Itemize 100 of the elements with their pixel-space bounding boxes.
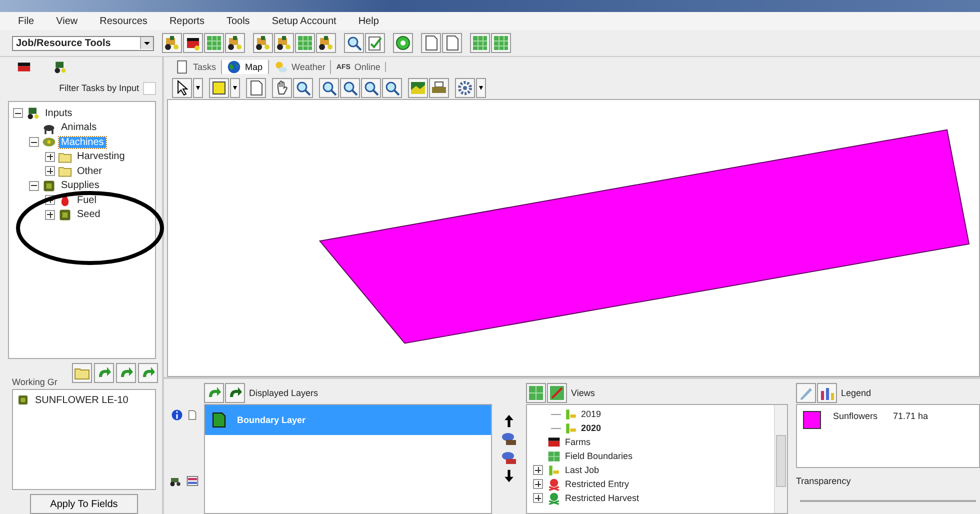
- toolbar-button[interactable]: [340, 78, 360, 98]
- apply-button[interactable]: Apply To Fields: [30, 494, 138, 514]
- expander-icon[interactable]: [45, 210, 55, 220]
- toolbar-button[interactable]: [293, 78, 313, 98]
- tree-item[interactable]: Supplies: [59, 180, 102, 192]
- page-icon: [423, 35, 439, 51]
- info-icon[interactable]: [171, 409, 183, 421]
- toolbar-button[interactable]: [421, 33, 441, 53]
- tool-selector-dropdown[interactable]: Job/Resource Tools: [12, 36, 154, 50]
- toolbar-button[interactable]: [183, 33, 203, 53]
- toolbar-button[interactable]: [253, 33, 273, 53]
- grid-icon: [493, 35, 509, 51]
- tab[interactable]: Tasks: [170, 60, 222, 74]
- expander-icon[interactable]: [533, 465, 543, 475]
- grid-icon: [549, 385, 565, 401]
- arrow-down-icon[interactable]: [503, 468, 515, 482]
- tab[interactable]: Weather: [268, 60, 332, 74]
- toolbar-button[interactable]: [382, 78, 402, 98]
- tree-item[interactable]: Farms: [565, 437, 590, 447]
- field-boundary-shape[interactable]: [318, 129, 970, 344]
- magnifier-icon: [321, 80, 337, 96]
- toolbar-button[interactable]: [429, 78, 449, 98]
- menu-item[interactable]: Setup Account: [272, 16, 336, 26]
- menu-item[interactable]: File: [18, 16, 34, 26]
- barn-icon: [546, 436, 562, 448]
- toolbar-button[interactable]: [225, 383, 245, 403]
- magnifier-icon: [384, 80, 400, 96]
- tree-item[interactable]: Seed: [75, 209, 102, 220]
- scrollbar[interactable]: [774, 405, 787, 513]
- menu-item[interactable]: Resources: [100, 16, 148, 26]
- circle-icon: [395, 35, 411, 51]
- toolbar-button[interactable]: [361, 78, 381, 98]
- menu-item[interactable]: View: [56, 16, 78, 26]
- toolbar-button[interactable]: [319, 78, 339, 98]
- tractor-icon[interactable]: [52, 60, 68, 74]
- toolbar-button[interactable]: [193, 78, 203, 98]
- tree-item[interactable]: Last Job: [565, 465, 600, 475]
- magnifier-icon: [295, 80, 311, 96]
- toolbar-button[interactable]: [272, 78, 292, 98]
- tab[interactable]: Map: [222, 60, 269, 74]
- grid-icon: [297, 35, 313, 51]
- tree-item[interactable]: Other: [75, 166, 104, 177]
- panel-title: Views: [571, 388, 595, 398]
- menu-item[interactable]: Help: [358, 16, 379, 26]
- menu-item[interactable]: Reports: [169, 16, 204, 26]
- barn-icon[interactable]: [16, 60, 32, 74]
- toolbar-button[interactable]: [246, 78, 266, 98]
- magnifier-icon: [346, 35, 362, 51]
- toolbar-button[interactable]: [344, 33, 364, 53]
- tree-item[interactable]: 2020: [581, 423, 602, 433]
- tractor-icon: [164, 35, 180, 51]
- expander-icon[interactable]: [45, 152, 55, 162]
- expander-icon[interactable]: [29, 137, 39, 148]
- tree-item[interactable]: Inputs: [43, 108, 74, 119]
- bag-icon: [58, 208, 72, 222]
- tree-item[interactable]: Restricted Harvest: [565, 493, 640, 503]
- tree-item[interactable]: Fuel: [75, 194, 98, 206]
- landscape-icon: [410, 80, 426, 96]
- checkmark-icon: [367, 35, 383, 51]
- tree-item[interactable]: 2019: [581, 409, 602, 419]
- tree-item[interactable]: Animals: [59, 122, 99, 134]
- filter-label: Filter Tasks by Input: [59, 83, 139, 93]
- magnifier-icon: [363, 80, 379, 96]
- arrow-up-icon[interactable]: [503, 414, 515, 428]
- tree-item[interactable]: Harvesting: [75, 151, 127, 162]
- tree-item[interactable]: Restricted Entry: [565, 479, 630, 489]
- layer-icon: [211, 411, 227, 429]
- toolbar-button[interactable]: [316, 33, 336, 53]
- page-icon[interactable]: [187, 409, 197, 421]
- magnifier-icon: [342, 80, 358, 96]
- expander-icon[interactable]: [533, 479, 543, 489]
- legend-area: 71.71 ha: [893, 411, 928, 429]
- list-item[interactable]: SUNFLOWER LE-10: [35, 394, 128, 406]
- toolbar-button[interactable]: [442, 33, 462, 53]
- working-group-label: Working Gr: [12, 377, 58, 387]
- page-icon: [175, 60, 189, 74]
- toolbar-button[interactable]: [230, 78, 240, 98]
- tractor-icon: [26, 106, 40, 120]
- toolbar-button[interactable]: [172, 78, 192, 98]
- globe-icon: [227, 60, 242, 74]
- expander-icon[interactable]: [29, 180, 39, 191]
- tractor-icon: [255, 35, 271, 51]
- tractor-icon[interactable]: [169, 475, 182, 487]
- tree-item[interactable]: Field Boundaries: [565, 451, 633, 461]
- toolbar-button[interactable]: [476, 78, 486, 98]
- toolbar-button[interactable]: [225, 33, 245, 53]
- toolbar-button[interactable]: [274, 33, 294, 53]
- sun-cloud-icon: [274, 60, 288, 74]
- expander-icon[interactable]: [45, 166, 55, 176]
- expander-icon[interactable]: [533, 493, 543, 503]
- grid-icon: [528, 385, 544, 401]
- toolbar-button[interactable]: [393, 33, 413, 53]
- transparency-label: Transparency: [796, 476, 852, 486]
- filter-checkbox[interactable]: [143, 82, 156, 94]
- toolbar-button[interactable]: [162, 33, 182, 53]
- square-icon: [211, 80, 227, 96]
- menu-item[interactable]: Tools: [226, 16, 250, 26]
- toolbar-button[interactable]: [209, 78, 229, 98]
- expander-icon[interactable]: [13, 108, 23, 118]
- bag-icon: [42, 178, 56, 193]
